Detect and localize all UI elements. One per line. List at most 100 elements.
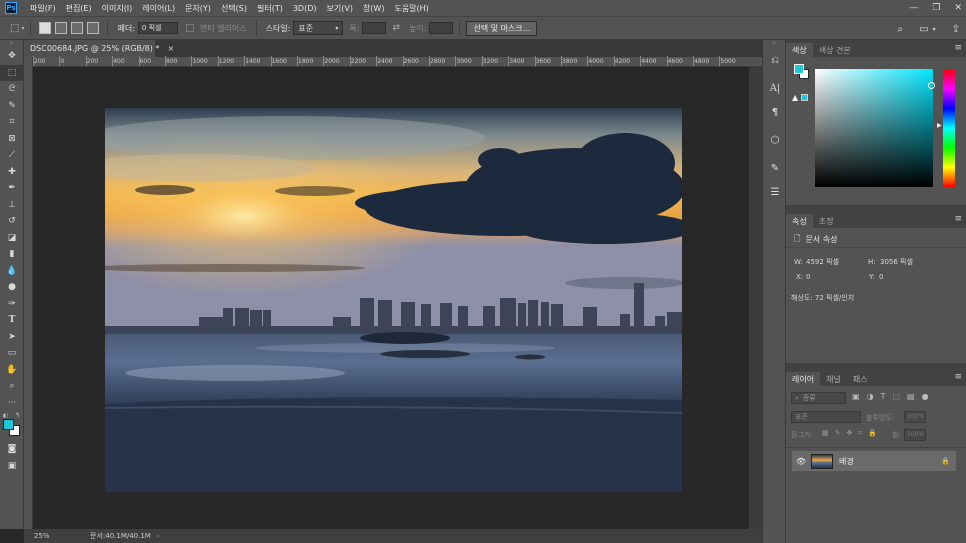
clone-stamp-tool-icon[interactable]: ⊥ [0, 197, 24, 214]
close-tab-icon[interactable]: × [167, 44, 174, 53]
close-icon[interactable]: ✕ [954, 3, 962, 13]
tab-layers[interactable]: 레이어 [786, 372, 821, 386]
document-image[interactable] [105, 108, 682, 492]
chevron-right-icon[interactable]: › [157, 533, 159, 540]
eraser-tool-icon[interactable]: ◪ [0, 230, 24, 247]
blur-tool-icon[interactable]: 💧 [0, 263, 24, 280]
brush-tool-icon[interactable]: ✒ [0, 180, 24, 197]
web-safe-chip[interactable] [801, 94, 808, 101]
blend-mode-select[interactable]: 표준 [791, 411, 861, 423]
panel-menu-icon[interactable]: ≡ [954, 43, 962, 53]
menu-layer[interactable]: 레이어(L) [137, 3, 180, 14]
hand-tool-icon[interactable]: ✋ [0, 362, 24, 379]
more-tools-icon[interactable]: ··· [0, 395, 24, 412]
tab-color[interactable]: 색상 [786, 43, 813, 57]
eyedropper-tool-icon[interactable]: ⟋ [0, 147, 24, 164]
menu-window[interactable]: 창(W) [358, 3, 390, 14]
brush-settings-icon[interactable]: ✎ [763, 156, 787, 180]
y-value[interactable]: 0 [879, 273, 883, 281]
swap-colors-icon[interactable]: ↰ [15, 412, 20, 419]
lock-transparent-icon[interactable]: ▦ [822, 429, 829, 438]
hue-slider[interactable] [943, 69, 955, 187]
menu-image[interactable]: 이미지(I) [97, 3, 138, 14]
shape-tool-icon[interactable]: ▭ [0, 345, 24, 362]
panel-menu-icon[interactable]: ≡ [954, 214, 962, 224]
new-selection-icon[interactable] [39, 22, 52, 34]
tab-channels[interactable]: 채널 [820, 372, 847, 386]
zoom-tool-icon[interactable]: ⌕ [0, 378, 24, 395]
tab-paths[interactable]: 패스 [847, 372, 874, 386]
smart-object-filter-icon[interactable]: ▤ [907, 392, 915, 401]
tab-properties[interactable]: 속성 [786, 214, 813, 228]
screen-mode-icon[interactable]: ▣ [0, 458, 24, 475]
style-select[interactable]: 표준 ▾ [293, 21, 344, 35]
panel-menu-icon[interactable]: ≡ [954, 372, 962, 382]
chevron-down-icon[interactable]: ▾ [933, 26, 936, 33]
color-field[interactable] [815, 69, 933, 187]
character-icon[interactable]: A| [763, 76, 787, 100]
layer-row[interactable]: 👁 배경 🔒 [792, 451, 956, 471]
marquee-preset-icon[interactable]: ⬚ [10, 23, 19, 34]
3d-icon[interactable]: ⬡ [763, 128, 787, 152]
layer-filter-select[interactable]: ⌕ 종류 [791, 392, 846, 404]
swap-icon[interactable]: ⇄ [392, 23, 400, 33]
history-icon[interactable]: ⎌ [763, 48, 787, 72]
path-selection-tool-icon[interactable]: ➤ [0, 329, 24, 346]
share-icon[interactable]: ⇪ [952, 24, 960, 35]
pen-tool-icon[interactable]: ✑ [0, 296, 24, 313]
menu-edit[interactable]: 편집(E) [61, 3, 97, 14]
lock-position-icon[interactable]: ✥ [847, 429, 853, 438]
pixel-filter-icon[interactable]: ▣ [852, 392, 860, 401]
vertical-scrollbar[interactable] [749, 67, 762, 529]
feather-input[interactable]: 0 픽셀 [137, 22, 178, 34]
tab-swatches[interactable]: 색상 견본 [813, 43, 857, 57]
x-value[interactable]: 0 [806, 273, 869, 281]
adjustments-icon[interactable]: ☰ [763, 180, 787, 204]
zoom-level[interactable]: 25% [34, 532, 78, 540]
search-icon[interactable]: ⌕ [898, 24, 904, 35]
gradient-tool-icon[interactable]: ▮ [0, 246, 24, 263]
menu-type[interactable]: 문자(Y) [180, 3, 216, 14]
lock-all-icon[interactable]: 🔒 [868, 429, 877, 438]
h-value[interactable]: 3056 픽셀 [880, 257, 913, 267]
fill-input[interactable]: 100% [904, 429, 926, 441]
foreground-color-swatch[interactable] [3, 419, 14, 430]
add-selection-icon[interactable] [55, 22, 68, 34]
menu-view[interactable]: 보기(V) [322, 3, 358, 14]
frame-tool-icon[interactable]: ⊠ [0, 131, 24, 148]
opacity-input[interactable]: 100% [904, 411, 926, 423]
intersect-selection-icon[interactable] [87, 22, 100, 34]
marquee-tool-icon[interactable]: ⬚ [0, 64, 24, 81]
crop-tool-icon[interactable]: ⌗ [0, 114, 24, 131]
menu-file[interactable]: 파일(F) [25, 3, 61, 14]
tab-adjustments[interactable]: 조정 [813, 214, 840, 228]
history-brush-tool-icon[interactable]: ↺ [0, 213, 24, 230]
menu-help[interactable]: 도움말(H) [389, 3, 433, 14]
maximize-icon[interactable]: ❐ [932, 3, 940, 13]
lasso-tool-icon[interactable]: ᘓ [0, 81, 24, 98]
foreground-color-chip[interactable] [794, 64, 804, 74]
menu-3d[interactable]: 3D(D) [288, 4, 322, 13]
height-input[interactable] [429, 22, 454, 34]
filter-toggle-icon[interactable]: ● [922, 392, 929, 401]
select-and-mask-button[interactable]: 선택 및 마스크... [466, 20, 538, 36]
document-tab[interactable]: DSC00684.JPG @ 25% (RGB/8) * × [24, 40, 174, 57]
document-size[interactable]: 문서:40.1M/40.1M [90, 531, 151, 541]
menu-select[interactable]: 선택(S) [216, 3, 252, 14]
artboard-icon[interactable]: ⌗ [858, 429, 862, 438]
lock-image-icon[interactable]: ✎ [835, 429, 841, 438]
dodge-tool-icon[interactable]: ● [0, 279, 24, 296]
collapse-icon[interactable]: » [0, 40, 23, 48]
adjustment-filter-icon[interactable]: ◑ [867, 392, 874, 401]
subtract-selection-icon[interactable] [71, 22, 84, 34]
layer-name[interactable]: 배경 [839, 456, 941, 467]
chevron-down-icon[interactable]: ▾ [21, 25, 24, 32]
vertical-ruler[interactable] [24, 57, 33, 529]
move-tool-icon[interactable]: ✥ [0, 48, 24, 65]
hue-slider-handle[interactable]: ▶ [937, 122, 942, 129]
minimize-icon[interactable]: — [909, 3, 918, 13]
type-tool-icon[interactable]: T [0, 312, 24, 329]
paragraph-icon[interactable]: ¶ [763, 100, 787, 124]
type-filter-icon[interactable]: T [881, 392, 886, 401]
collapse-icon[interactable]: « [763, 40, 785, 48]
